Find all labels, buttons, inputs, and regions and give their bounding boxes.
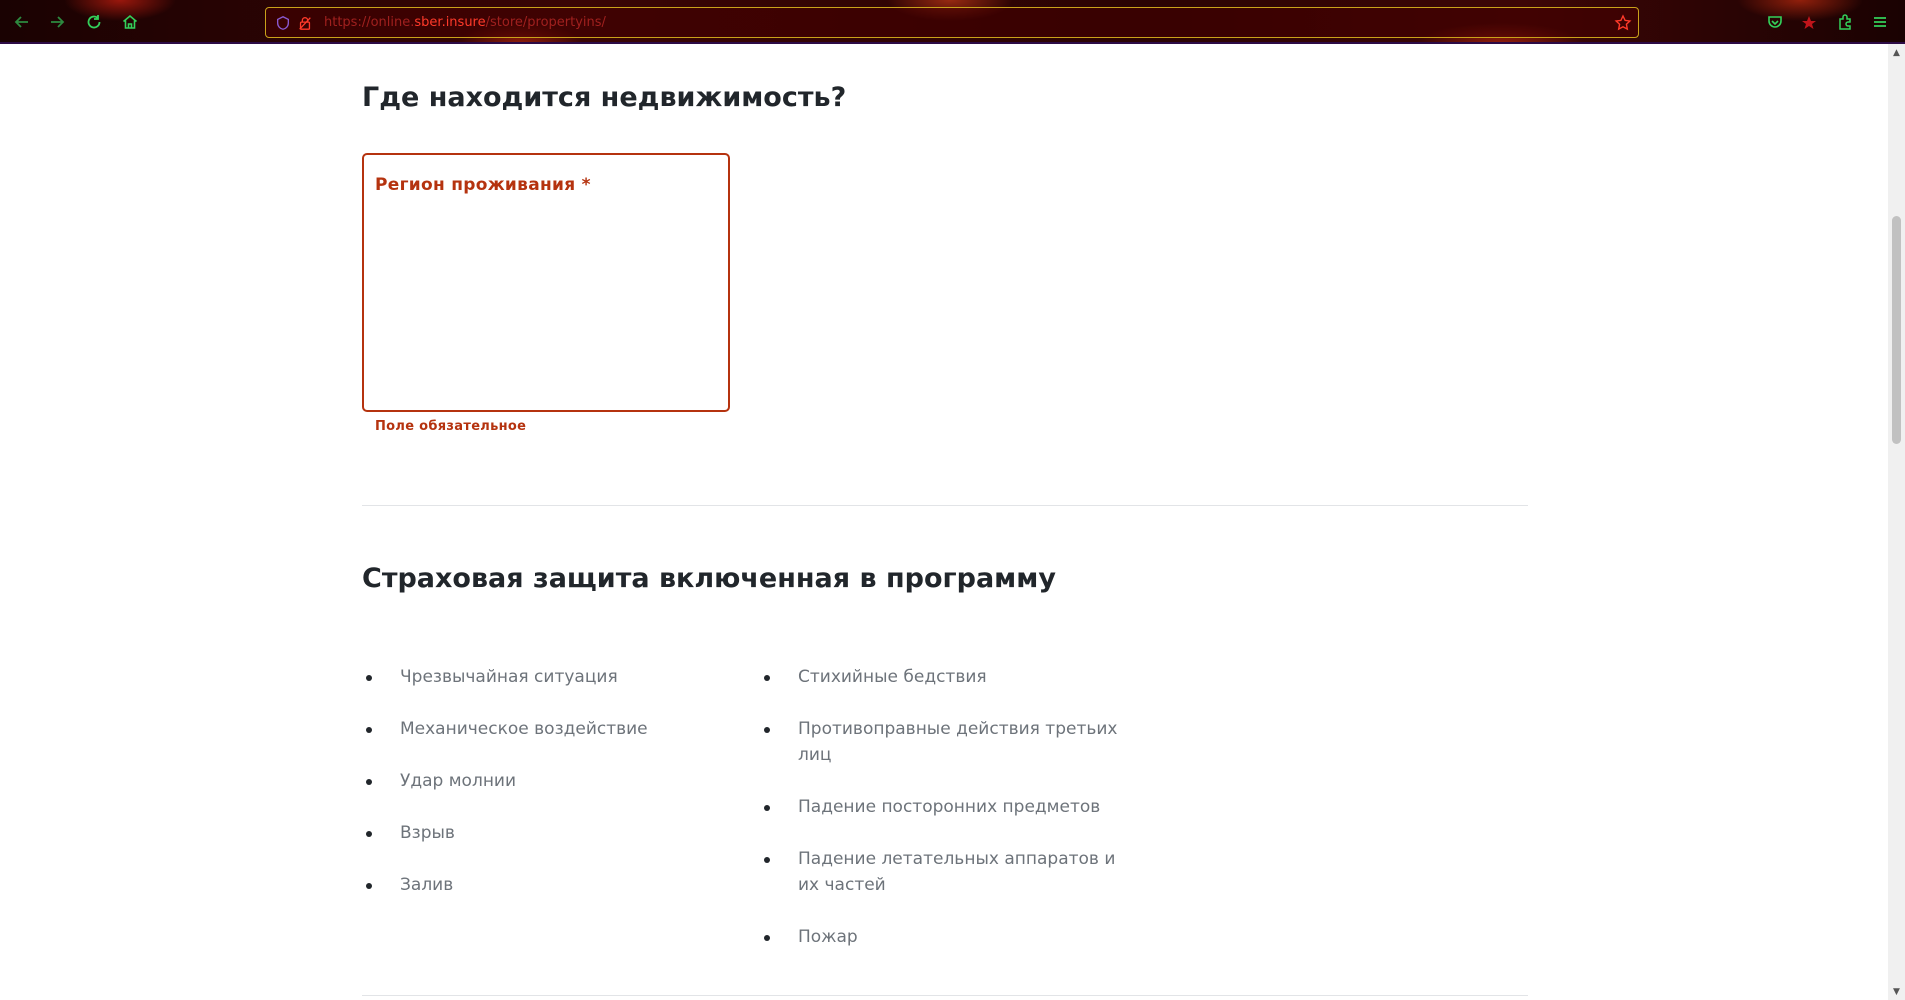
tracking-shield-icon[interactable] [274, 14, 292, 32]
bullet-icon [366, 727, 372, 733]
bullet-icon [366, 883, 372, 889]
section-divider [362, 505, 1528, 506]
coverage-item: Залив [400, 875, 454, 895]
hamburger-menu-icon [1874, 17, 1886, 27]
reload-button[interactable] [83, 11, 105, 33]
list-item: Взрыв [362, 820, 742, 846]
coverage-item: Стихийные бедствия [798, 667, 987, 687]
home-icon [122, 14, 138, 29]
coverage-list-right: Стихийные бедствия Противоправные действ… [760, 664, 1140, 976]
list-item: Механическое воздействие [362, 716, 742, 742]
url-prefix: https://online. [324, 15, 415, 30]
coverage-item: Падение летательных аппаратов и их часте… [798, 849, 1116, 895]
address-bar[interactable]: https://online.sber.insure/store/propert… [265, 7, 1639, 38]
coverage-item: Падение посторонних предметов [798, 797, 1101, 817]
page-content: Где находится недвижимость? Регион прожи… [0, 44, 1888, 1000]
extension-flame-icon [1802, 16, 1816, 29]
pocket-button[interactable] [1764, 11, 1786, 33]
list-item: Залив [362, 872, 742, 898]
bullet-icon [764, 675, 770, 681]
puzzle-icon [1839, 14, 1851, 30]
coverage-item: Чрезвычайная ситуация [400, 667, 618, 687]
bullet-icon [764, 857, 770, 863]
coverage-item: Удар молнии [400, 771, 517, 791]
scroll-thumb[interactable] [1892, 216, 1901, 444]
forward-button[interactable] [46, 11, 68, 33]
bullet-icon [366, 675, 372, 681]
list-item: Чрезвычайная ситуация [362, 664, 742, 690]
region-error-message: Поле обязательное [375, 419, 527, 434]
url-text[interactable]: https://online.sber.insure/store/propert… [324, 15, 606, 30]
bottom-divider [362, 995, 1528, 996]
coverage-item: Пожар [798, 927, 858, 947]
list-item: Падение летательных аппаратов и их часте… [760, 846, 1140, 898]
list-item: Удар молнии [362, 768, 742, 794]
bookmark-star-icon[interactable] [1614, 14, 1632, 32]
extensions-button[interactable] [1834, 11, 1856, 33]
scroll-up-icon[interactable]: ▲ [1888, 44, 1905, 61]
coverage-item: Механическое воздействие [400, 719, 648, 739]
bullet-icon [366, 831, 372, 837]
bullet-icon [764, 727, 770, 733]
list-item: Стихийные бедствия [760, 664, 1140, 690]
back-button[interactable] [11, 11, 33, 33]
coverage-list-left: Чрезвычайная ситуация Механическое возде… [362, 664, 742, 924]
vertical-scrollbar[interactable]: ▲ ▼ [1888, 44, 1905, 1000]
arrow-left-icon [14, 16, 28, 28]
coverage-heading: Страховая защита включенная в программу [362, 563, 1056, 594]
menu-button[interactable] [1869, 11, 1891, 33]
url-suffix: /store/propertyins/ [485, 15, 606, 30]
list-item: Падение посторонних предметов [760, 794, 1140, 820]
list-item: Пожар [760, 924, 1140, 950]
bullet-icon [764, 805, 770, 811]
bullet-icon [764, 935, 770, 941]
url-domain: sber.insure [414, 15, 486, 30]
coverage-item: Взрыв [400, 823, 455, 843]
pocket-icon [1768, 16, 1782, 28]
location-heading: Где находится недвижимость? [362, 82, 847, 113]
reload-icon [87, 15, 101, 29]
extension-button[interactable] [1798, 11, 1820, 33]
region-select-field[interactable]: Регион проживания * [362, 153, 730, 412]
insecure-lock-icon[interactable] [296, 14, 314, 32]
home-button[interactable] [119, 11, 141, 33]
browser-toolbar: https://online.sber.insure/store/propert… [0, 0, 1905, 44]
list-item: Противоправные действия третьих лиц [760, 716, 1140, 768]
coverage-item: Противоправные действия третьих лиц [798, 719, 1118, 765]
region-field-label: Регион проживания * [375, 175, 591, 195]
scroll-down-icon[interactable]: ▼ [1888, 983, 1905, 1000]
arrow-right-icon [51, 16, 65, 28]
bullet-icon [366, 779, 372, 785]
